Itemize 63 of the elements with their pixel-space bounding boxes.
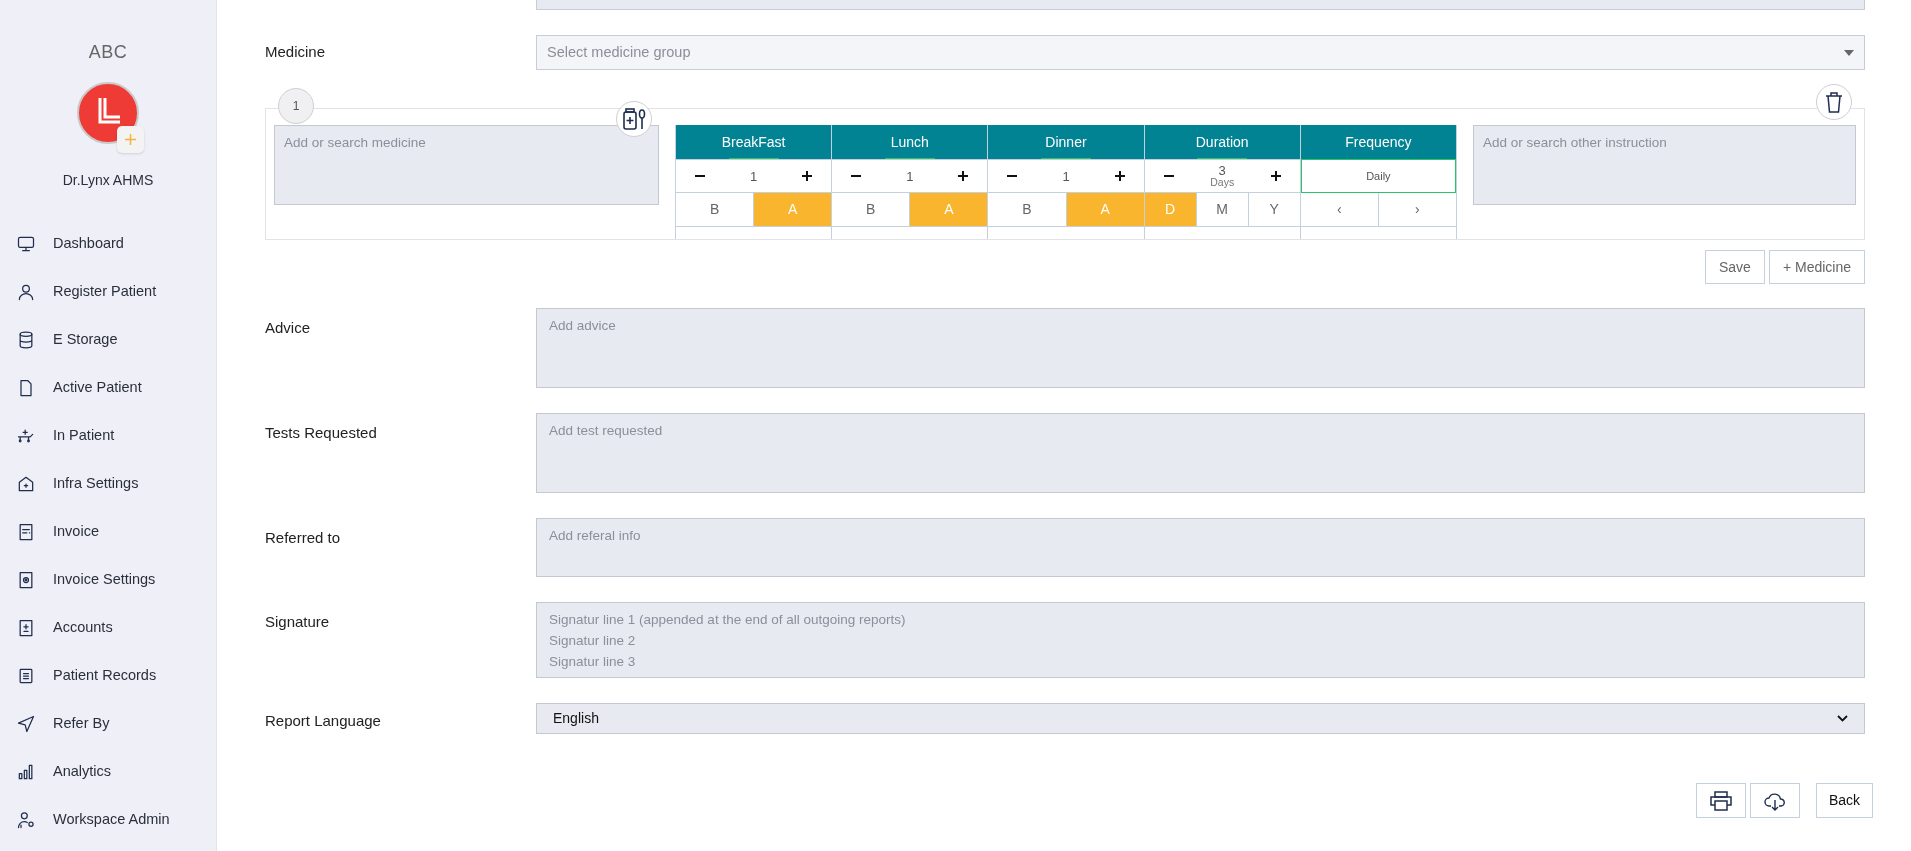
printer-icon: [1710, 790, 1732, 811]
counter-value: 1: [749, 169, 758, 183]
language-select[interactable]: English: [536, 703, 1865, 734]
field-label: Report Language: [265, 711, 382, 731]
column-header: BreakFast: [676, 125, 832, 159]
back-button[interactable]: Back: [1816, 783, 1873, 818]
instruction-search-field[interactable]: Add or search other instruction: [1473, 125, 1856, 205]
unit-label: Days: [1210, 177, 1235, 188]
field-label: Referred to: [265, 528, 342, 548]
plus-icon: [1269, 170, 1282, 182]
monitor-icon: [16, 234, 36, 254]
download-button[interactable]: [1750, 783, 1800, 818]
field-label: Advice: [265, 318, 312, 338]
text-area-field[interactable]: Add advice: [536, 308, 1865, 388]
plus-icon: [1113, 170, 1126, 182]
field-label: Signature: [265, 612, 331, 632]
column-header: Dinner: [988, 125, 1144, 159]
text-area-field[interactable]: Add test requested: [536, 413, 1865, 493]
bottle-spoon-icon: [621, 106, 647, 132]
frequency-value: Daily: [1300, 159, 1456, 193]
action-button[interactable]: + Medicine: [1768, 250, 1865, 284]
text-area-field[interactable]: Signatur line 1 (appended at the end of all outgoing reports) Signatur line 2 Signatur line 3: [536, 602, 1865, 678]
user-gear-icon: [16, 810, 36, 830]
sidebar-item[interactable]: E Storage: [0, 316, 216, 364]
sidebar-item[interactable]: Workspace Admin: [0, 796, 216, 844]
column-header: Lunch: [832, 125, 988, 159]
print-button[interactable]: [1696, 783, 1746, 818]
sidebar-item[interactable]: Register Patient: [0, 268, 216, 316]
counter-value: 3: [1218, 164, 1226, 178]
sidebar-item[interactable]: Invoice: [0, 508, 216, 556]
column-header: Frequency: [1300, 125, 1456, 159]
sidebar-item[interactable]: Patient Records: [0, 652, 216, 700]
sidebar-item[interactable]: In Patient: [0, 412, 216, 460]
sidebar-item[interactable]: Invoice Settings: [0, 556, 216, 604]
sidebar-item[interactable]: Infra Settings: [0, 460, 216, 508]
medicine-type-button[interactable]: [616, 101, 652, 137]
plus-icon: [801, 170, 814, 182]
sidebar-item[interactable]: Analytics: [0, 748, 216, 796]
medicine-search-field[interactable]: Add or search medicine: [274, 125, 659, 205]
action-button[interactable]: Save: [1705, 250, 1765, 284]
entry-number: 1: [278, 88, 314, 124]
chevron-down-icon: [1837, 715, 1848, 722]
field-label: Tests Requested: [265, 423, 378, 443]
house-icon: [16, 474, 36, 494]
plus-icon: [124, 133, 137, 146]
sidebar-item[interactable]: Dashboard: [0, 220, 216, 268]
sidebar-item[interactable]: Active Patient: [0, 364, 216, 412]
send-icon: [16, 714, 36, 734]
plus-icon: [957, 170, 970, 182]
sidebar-item[interactable]: Refer By: [0, 700, 216, 748]
counter-value: 1: [1062, 169, 1070, 183]
delete-button[interactable]: [1816, 84, 1852, 120]
sidebar-item[interactable]: Accounts: [0, 604, 216, 652]
input-field[interactable]: [536, 0, 1865, 10]
user-name: Dr.Lynx AHMS: [61, 171, 155, 190]
trash-icon: [1824, 90, 1844, 114]
person-icon: [16, 282, 36, 302]
caret-icon: [1844, 49, 1854, 56]
counter-value: 1: [906, 169, 914, 183]
text-area-field[interactable]: Add referal info: [536, 518, 1865, 577]
field-label: Medicine: [265, 42, 327, 63]
column-header: Duration: [1144, 125, 1300, 159]
organization-name: ABC: [87, 41, 129, 64]
